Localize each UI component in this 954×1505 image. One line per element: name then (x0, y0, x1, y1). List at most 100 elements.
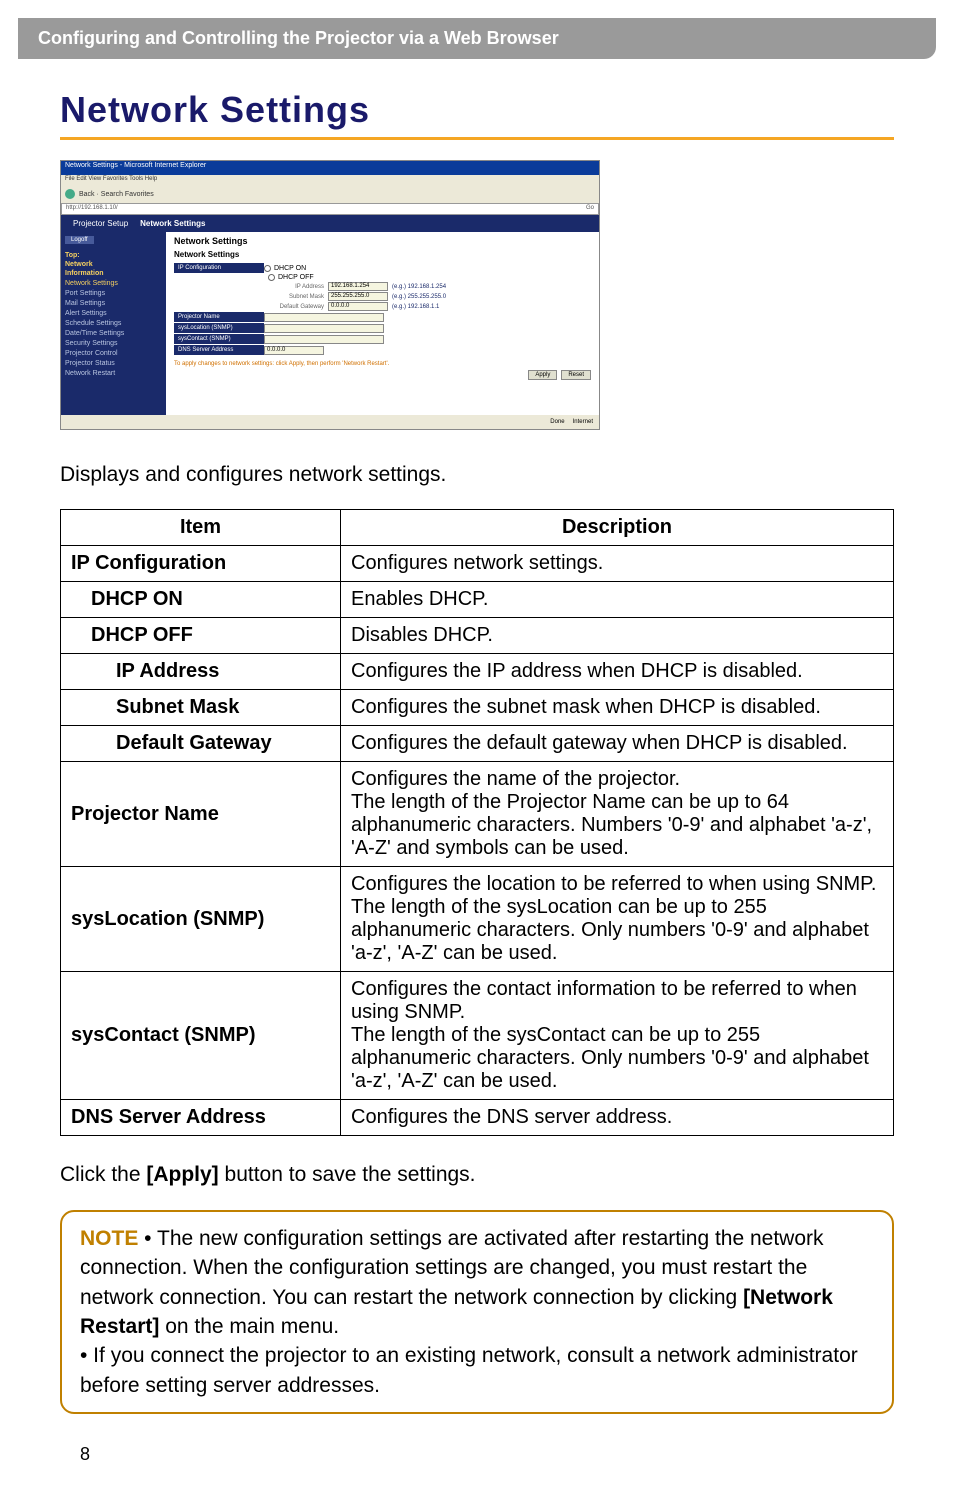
address-url: http://192.168.1.10/ (66, 205, 118, 213)
table-cell-item: sysContact (SNMP) (61, 972, 341, 1100)
note-bullet2: • If you connect the projector to an exi… (80, 1344, 858, 1396)
table-cell-item: DHCP ON (61, 582, 341, 618)
gateway-eg: (e.g.) 192.168.1.1 (392, 304, 439, 310)
table-cell-item: IP Configuration (61, 546, 341, 582)
note-bullet1a: • The new configuration settings are act… (80, 1227, 824, 1309)
nav-item: Network Restart (65, 370, 162, 377)
table-cell-desc: Configures the default gateway when DHCP… (341, 726, 894, 762)
radio-icon (264, 265, 271, 272)
embedded-screenshot: Network Settings - Microsoft Internet Ex… (60, 160, 600, 430)
table-head-desc: Description (341, 510, 894, 546)
table-cell-desc: Configures the subnet mask when DHCP is … (341, 690, 894, 726)
table-row: IP ConfigurationConfigures network setti… (61, 546, 894, 582)
table-row: sysLocation (SNMP)Configures the locatio… (61, 867, 894, 972)
ip-address-input: 192.168.1.254 (328, 282, 388, 291)
status-internet: Internet (573, 419, 593, 425)
section-banner: Configuring and Controlling the Projecto… (18, 18, 936, 59)
syscon-label: sysContact (SNMP) (174, 334, 264, 344)
subnet-label: Subnet Mask (268, 294, 328, 300)
radio-icon (268, 274, 275, 281)
table-cell-desc: Configures the contact information to be… (341, 972, 894, 1100)
nav-item: Alert Settings (65, 310, 162, 317)
table-cell-item: IP Address (61, 654, 341, 690)
intro-text: Displays and configures network settings… (60, 460, 894, 489)
header-tab: Projector Setup (67, 217, 134, 230)
status-bar: Done Internet (61, 415, 599, 429)
apply-bold: [Apply] (146, 1163, 218, 1186)
logoff-button: Logoff (65, 236, 94, 244)
table-cell-desc: Configures the IP address when DHCP is d… (341, 654, 894, 690)
browser-menubar: File Edit View Favorites Tools Help (61, 175, 599, 185)
ip-address-eg: (e.g.) 192.168.1.254 (392, 284, 446, 290)
note-box: NOTE • The new configuration settings ar… (60, 1210, 894, 1414)
note-label: NOTE (80, 1227, 138, 1250)
table-row: DHCP ONEnables DHCP. (61, 582, 894, 618)
dhcp-on: DHCP ON (274, 265, 306, 272)
window-titlebar: Network Settings - Microsoft Internet Ex… (61, 161, 599, 175)
settings-table: Item Description IP ConfigurationConfigu… (60, 509, 894, 1136)
nav-item: Projector Control (65, 350, 162, 357)
back-icon (65, 189, 75, 199)
dhcp-off: DHCP OFF (278, 274, 314, 281)
status-done: Done (550, 419, 564, 425)
apply-pre: Click the (60, 1163, 146, 1186)
nav-top: Top: (65, 252, 162, 259)
nav-item: Security Settings (65, 340, 162, 347)
table-row: IP AddressConfigures the IP address when… (61, 654, 894, 690)
nav-network: Network (65, 261, 162, 268)
main-panel: Network Settings Network Settings IP Con… (166, 232, 599, 430)
nav-item: Schedule Settings (65, 320, 162, 327)
table-row: Projector NameConfigures the name of the… (61, 762, 894, 867)
ipconfig-label: IP Configuration (174, 263, 264, 273)
table-cell-item: Subnet Mask (61, 690, 341, 726)
gateway-input: 0.0.0.0 (328, 302, 388, 311)
table-head-item: Item (61, 510, 341, 546)
note-bullet1b: on the main menu. (159, 1315, 339, 1338)
nav-item: Mail Settings (65, 300, 162, 307)
table-cell-desc: Configures the location to be referred t… (341, 867, 894, 972)
browser-toolbar: Back · Search Favorites (61, 185, 599, 203)
panel-subtitle: Network Settings (174, 250, 591, 259)
table-cell-item: Default Gateway (61, 726, 341, 762)
panel-title: Network Settings (174, 236, 591, 246)
dns-label: DNS Server Address (174, 345, 264, 355)
dns-input: 0.0.0.0 (264, 346, 324, 355)
table-cell-desc: Enables DHCP. (341, 582, 894, 618)
nav-item: Network Settings (65, 280, 162, 287)
table-cell-desc: Disables DHCP. (341, 618, 894, 654)
table-row: DNS Server AddressConfigures the DNS ser… (61, 1100, 894, 1136)
ip-address-label: IP Address (268, 284, 328, 290)
subnet-eg: (e.g.) 255.255.255.0 (392, 294, 446, 300)
reset-button: Reset (561, 370, 591, 380)
apply-post: button to save the settings. (219, 1163, 476, 1186)
table-cell-item: DNS Server Address (61, 1100, 341, 1136)
table-cell-item: sysLocation (SNMP) (61, 867, 341, 972)
go-label: Go (586, 205, 594, 213)
address-bar: http://192.168.1.10/ Go (61, 203, 599, 215)
sysloc-input (264, 324, 384, 333)
table-row: sysContact (SNMP)Configures the contact … (61, 972, 894, 1100)
table-row: Default GatewayConfigures the default ga… (61, 726, 894, 762)
apply-button: Apply (528, 370, 557, 380)
sysloc-label: sysLocation (SNMP) (174, 323, 264, 333)
nav-item: Projector Status (65, 360, 162, 367)
toolbar-text: Back · Search Favorites (79, 191, 154, 198)
header-title: Network Settings (134, 217, 211, 230)
table-cell-desc: Configures the DNS server address. (341, 1100, 894, 1136)
table-cell-desc: Configures the name of the projector. Th… (341, 762, 894, 867)
table-cell-desc: Configures network settings. (341, 546, 894, 582)
apply-instruction: Click the [Apply] button to save the set… (60, 1160, 894, 1189)
sidebar: Logoff Top: Network Information Network … (61, 232, 166, 430)
nav-information: Information (65, 270, 162, 277)
projname-label: Projector Name (174, 312, 264, 322)
nav-item: Port Settings (65, 290, 162, 297)
table-cell-item: Projector Name (61, 762, 341, 867)
gateway-label: Default Gateway (268, 304, 328, 310)
table-row: Subnet MaskConfigures the subnet mask wh… (61, 690, 894, 726)
subnet-input: 255.255.255.0 (328, 292, 388, 301)
page-title: Network Settings (60, 89, 894, 140)
table-row: DHCP OFFDisables DHCP. (61, 618, 894, 654)
nav-item: Date/Time Settings (65, 330, 162, 337)
table-cell-item: DHCP OFF (61, 618, 341, 654)
projname-input (264, 313, 384, 322)
